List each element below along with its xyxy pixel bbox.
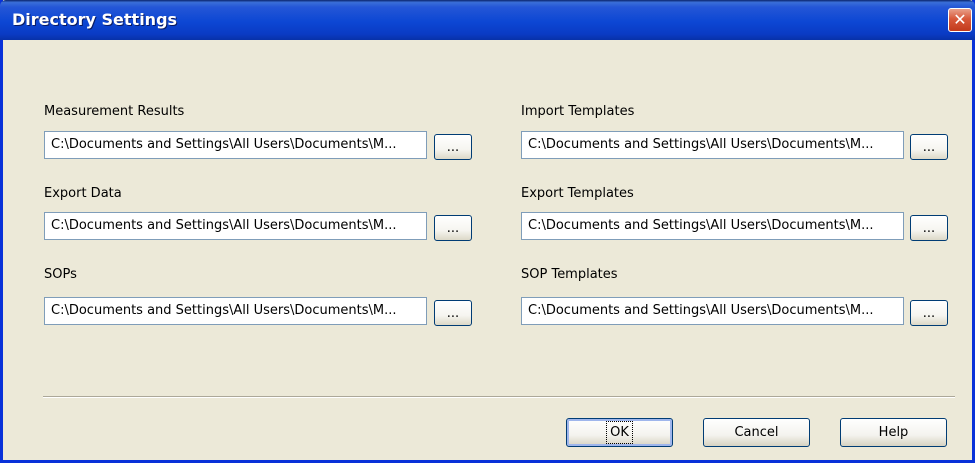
close-icon: ✕ <box>953 10 967 29</box>
title-bar[interactable]: Directory Settings ✕ <box>0 0 975 40</box>
sops-browse-button[interactable]: ... <box>434 300 472 326</box>
help-button[interactable]: Help <box>840 418 947 447</box>
sops-label: SOPs <box>44 267 77 282</box>
export-data-browse-button[interactable]: ... <box>434 215 472 241</box>
import-templates-label: Import Templates <box>521 104 635 119</box>
export-data-path-input[interactable]: C:\Documents and Settings\All Users\Docu… <box>44 212 427 240</box>
cancel-button[interactable]: Cancel <box>703 418 810 447</box>
sop-templates-browse-button[interactable]: ... <box>910 300 948 326</box>
measurement-results-path-input[interactable]: C:\Documents and Settings\All Users\Docu… <box>44 131 427 159</box>
export-templates-browse-button[interactable]: ... <box>910 215 948 241</box>
sop-templates-label: SOP Templates <box>521 267 618 282</box>
button-separator <box>43 396 955 398</box>
export-templates-path-input[interactable]: C:\Documents and Settings\All Users\Docu… <box>521 212 904 240</box>
measurement-results-browse-button[interactable]: ... <box>434 134 472 160</box>
sops-path-input[interactable]: C:\Documents and Settings\All Users\Docu… <box>44 297 427 325</box>
close-button[interactable]: ✕ <box>948 8 972 32</box>
import-templates-path-input[interactable]: C:\Documents and Settings\All Users\Docu… <box>521 131 904 159</box>
sop-templates-path-input[interactable]: C:\Documents and Settings\All Users\Docu… <box>521 297 904 325</box>
directory-settings-dialog: Directory Settings ✕ Measurement Results… <box>0 0 975 463</box>
ok-button-label: OK <box>606 421 633 444</box>
import-templates-browse-button[interactable]: ... <box>910 134 948 160</box>
export-data-label: Export Data <box>44 186 122 201</box>
measurement-results-label: Measurement Results <box>44 104 185 119</box>
window-title: Directory Settings <box>12 10 178 29</box>
ok-button[interactable]: OK <box>566 418 673 447</box>
export-templates-label: Export Templates <box>521 186 634 201</box>
